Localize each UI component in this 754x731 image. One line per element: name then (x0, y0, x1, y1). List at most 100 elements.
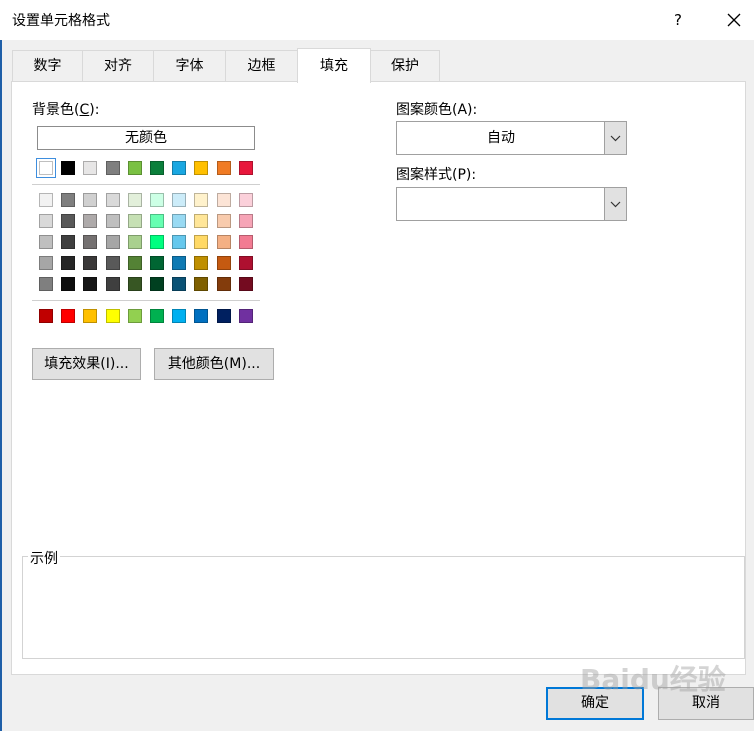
color-swatch[interactable] (239, 235, 253, 249)
close-icon (727, 13, 741, 27)
pattern-color-select[interactable]: 自动 (396, 121, 627, 155)
color-swatch[interactable] (172, 193, 186, 207)
color-swatch[interactable] (239, 309, 253, 323)
color-swatch[interactable] (128, 277, 142, 291)
color-swatch[interactable] (239, 214, 253, 228)
dropdown-button[interactable] (604, 122, 626, 154)
window-edge (0, 40, 2, 731)
color-swatch[interactable] (61, 277, 75, 291)
close-button[interactable] (714, 4, 754, 36)
help-button[interactable]: ? (662, 4, 694, 36)
color-swatch[interactable] (83, 309, 97, 323)
color-swatch[interactable] (128, 214, 142, 228)
color-swatch[interactable] (106, 277, 120, 291)
color-swatch[interactable] (217, 161, 231, 175)
color-swatch[interactable] (128, 256, 142, 270)
color-swatch[interactable] (150, 235, 164, 249)
pattern-style-select[interactable] (396, 187, 627, 221)
tab-number[interactable]: 数字 (12, 50, 83, 81)
color-swatch[interactable] (194, 277, 208, 291)
color-swatch[interactable] (172, 256, 186, 270)
color-swatch[interactable] (128, 193, 142, 207)
color-swatch[interactable] (106, 256, 120, 270)
tab-fill[interactable]: 填充 (297, 48, 371, 83)
tab-alignment[interactable]: 对齐 (82, 50, 154, 81)
color-swatch[interactable] (128, 161, 142, 175)
fill-panel: 背景色(C): 无颜色 填充效果(I)... 其他颜色(M)... 图案颜色(A… (11, 81, 746, 675)
color-swatch[interactable] (217, 277, 231, 291)
color-swatch[interactable] (239, 256, 253, 270)
color-swatch[interactable] (61, 256, 75, 270)
pattern-color-label: 图案颜色(A): (396, 102, 478, 118)
color-swatch[interactable] (172, 277, 186, 291)
sample-label: 示例 (28, 548, 60, 568)
color-swatch[interactable] (150, 277, 164, 291)
color-swatch[interactable] (194, 193, 208, 207)
tab-border[interactable]: 边框 (225, 50, 298, 81)
dialog-titlebar: 设置单元格格式 ? (0, 0, 754, 40)
color-swatch[interactable] (194, 214, 208, 228)
color-swatch[interactable] (61, 161, 75, 175)
color-swatch[interactable] (39, 277, 53, 291)
color-swatch[interactable] (239, 193, 253, 207)
color-swatch[interactable] (83, 256, 97, 270)
color-swatch[interactable] (61, 309, 75, 323)
color-swatch[interactable] (217, 214, 231, 228)
color-swatch[interactable] (217, 235, 231, 249)
color-swatch[interactable] (150, 309, 164, 323)
no-color-button[interactable]: 无颜色 (37, 126, 255, 150)
palette-divider (32, 300, 260, 301)
dropdown-button[interactable] (604, 188, 626, 220)
color-swatch[interactable] (39, 235, 53, 249)
color-swatch[interactable] (36, 158, 56, 178)
color-swatch[interactable] (106, 161, 120, 175)
color-swatch[interactable] (128, 235, 142, 249)
color-swatch[interactable] (39, 256, 53, 270)
color-swatch[interactable] (83, 214, 97, 228)
color-swatch[interactable] (39, 309, 53, 323)
tab-font[interactable]: 字体 (153, 50, 226, 81)
color-swatch[interactable] (194, 161, 208, 175)
color-swatch[interactable] (150, 193, 164, 207)
color-swatch[interactable] (150, 256, 164, 270)
color-swatch[interactable] (128, 309, 142, 323)
tab-protection[interactable]: 保护 (370, 50, 440, 81)
palette-divider (32, 184, 260, 185)
color-swatch[interactable] (61, 214, 75, 228)
color-swatch[interactable] (83, 235, 97, 249)
color-swatch[interactable] (39, 193, 53, 207)
color-swatch[interactable] (194, 235, 208, 249)
color-swatch[interactable] (172, 235, 186, 249)
more-colors-button[interactable]: 其他颜色(M)... (154, 348, 274, 380)
watermark-logo: Baidu经验 (580, 663, 726, 696)
dialog-title: 设置单元格格式 (12, 13, 110, 29)
color-swatch[interactable] (150, 214, 164, 228)
color-swatch[interactable] (83, 193, 97, 207)
color-swatch[interactable] (61, 235, 75, 249)
color-swatch[interactable] (61, 193, 75, 207)
color-swatch[interactable] (194, 256, 208, 270)
color-swatch[interactable] (83, 277, 97, 291)
color-swatch[interactable] (172, 161, 186, 175)
color-swatch[interactable] (106, 235, 120, 249)
color-swatch[interactable] (239, 161, 253, 175)
color-swatch[interactable] (172, 214, 186, 228)
color-swatch[interactable] (39, 214, 53, 228)
pattern-style-label: 图案样式(P): (396, 167, 477, 183)
color-swatch[interactable] (150, 161, 164, 175)
color-swatch[interactable] (106, 214, 120, 228)
color-swatch[interactable] (217, 309, 231, 323)
color-swatch[interactable] (217, 193, 231, 207)
color-swatch[interactable] (172, 309, 186, 323)
color-swatch[interactable] (239, 277, 253, 291)
color-swatch[interactable] (194, 309, 208, 323)
color-swatch[interactable] (106, 309, 120, 323)
pattern-color-value: 自动 (487, 130, 515, 146)
color-swatch[interactable] (217, 256, 231, 270)
color-swatch[interactable] (106, 193, 120, 207)
color-swatch[interactable] (83, 161, 97, 175)
background-color-label: 背景色(C): (32, 102, 100, 118)
fill-effects-button[interactable]: 填充效果(I)... (32, 348, 141, 380)
pattern-style-value (397, 188, 605, 220)
chevron-down-icon (610, 201, 621, 208)
